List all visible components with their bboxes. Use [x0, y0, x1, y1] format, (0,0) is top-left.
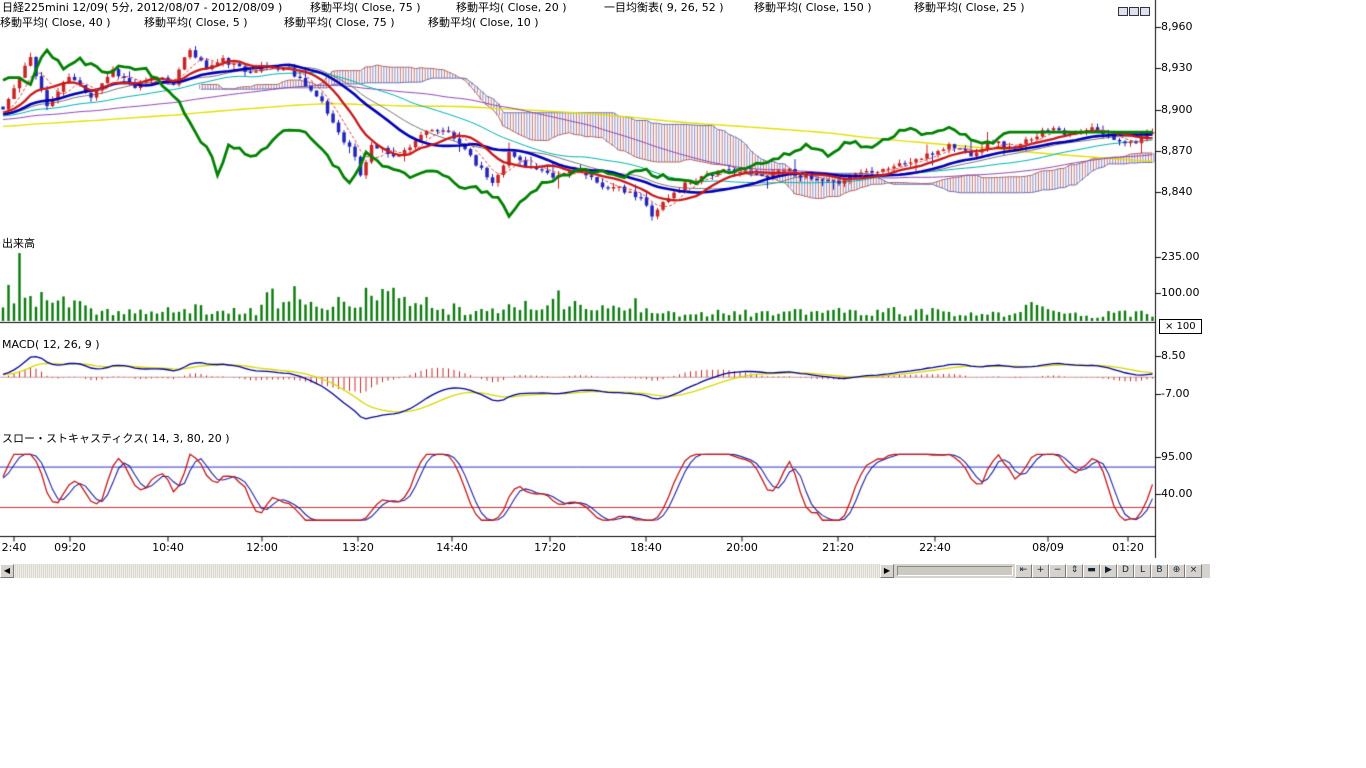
- indicator-label-ma40: 移動平均( Close, 40 ): [0, 16, 111, 29]
- time-label: 2:40: [2, 541, 27, 554]
- time-label: 21:20: [822, 541, 854, 554]
- time-label: 01:20: [1112, 541, 1144, 554]
- indicator-label-ma75: 移動平均( Close, 75 ): [310, 1, 421, 14]
- mini-window-icon[interactable]: [1129, 7, 1139, 16]
- indicator-label-ma20: 移動平均( Close, 20 ): [456, 1, 567, 14]
- stochastics-panel-label: スロー・ストキャスティクス( 14, 3, 80, 20 ): [2, 432, 230, 445]
- toolbar-crosshair-button[interactable]: ⊕: [1168, 564, 1185, 578]
- scroll-right-button[interactable]: ▶: [880, 564, 894, 578]
- scrollbar-spacer: [897, 566, 1013, 576]
- price-tick-label: 8,930: [1161, 61, 1193, 74]
- toolbar-close-button[interactable]: ×: [1185, 564, 1202, 578]
- indicator-label-ichimoku: 一目均衡表( 9, 26, 52 ): [604, 1, 724, 14]
- volume-panel-label: 出来高: [2, 237, 35, 250]
- time-label: 22:40: [919, 541, 951, 554]
- toolbar-data-window-button[interactable]: D: [1117, 564, 1134, 578]
- toolbar-line-mode-button[interactable]: L: [1134, 564, 1151, 578]
- toolbar-pan-left-button[interactable]: ⇤: [1015, 564, 1032, 578]
- chart-toolbar: ⇤+−⇕▬▶DLB⊕×: [1015, 564, 1210, 578]
- toolbar-bar-width-button[interactable]: ▬: [1083, 564, 1100, 578]
- stoch-tick-label: 40.00: [1161, 487, 1193, 500]
- time-label: 20:00: [726, 541, 758, 554]
- indicator-label-ma5: 移動平均( Close, 5 ): [144, 16, 248, 29]
- mini-window-icon[interactable]: [1140, 7, 1150, 16]
- chart-title: 日経225mini 12/09( 5分, 2012/08/07 - 2012/0…: [2, 1, 282, 14]
- time-label: 17:20: [534, 541, 566, 554]
- time-label: 12:00: [246, 541, 278, 554]
- time-label: 09:20: [54, 541, 86, 554]
- indicator-label-ma25: 移動平均( Close, 25 ): [914, 1, 1025, 14]
- price-tick-label: 8,960: [1161, 20, 1193, 33]
- scrollbar-track[interactable]: [14, 564, 880, 578]
- volume-tick-label: 235.00: [1161, 250, 1200, 263]
- mini-window-icon[interactable]: [1118, 7, 1128, 16]
- indicator-label-ma10: 移動平均( Close, 10 ): [428, 16, 539, 29]
- toolbar-bar-mode-button[interactable]: B: [1151, 564, 1168, 578]
- toolbar-fit-vertical-button[interactable]: ⇕: [1066, 564, 1083, 578]
- macd-tick-label: -7.00: [1161, 387, 1189, 400]
- indicator-label-ma150: 移動平均( Close, 150 ): [754, 1, 872, 14]
- horizontal-scrollbar: ◀ ▶ ⇤+−⇕▬▶DLB⊕×: [0, 564, 1210, 578]
- price-tick-label: 8,840: [1161, 185, 1193, 198]
- window-controls[interactable]: [1118, 1, 1151, 20]
- macd-panel-label: MACD( 12, 26, 9 ): [2, 338, 100, 351]
- volume-multiplier-badge: × 100: [1159, 319, 1202, 334]
- time-label: 13:20: [342, 541, 374, 554]
- time-label: 10:40: [152, 541, 184, 554]
- toolbar-play-button[interactable]: ▶: [1100, 564, 1117, 578]
- price-tick-label: 8,900: [1161, 103, 1193, 116]
- toolbar-zoom-out-button[interactable]: −: [1049, 564, 1066, 578]
- price-tick-label: 8,870: [1161, 144, 1193, 157]
- toolbar-zoom-in-button[interactable]: +: [1032, 564, 1049, 578]
- stoch-tick-label: 95.00: [1161, 450, 1193, 463]
- indicator-label-ma75b: 移動平均( Close, 75 ): [284, 16, 395, 29]
- time-label: 08/09: [1032, 541, 1064, 554]
- time-label: 18:40: [630, 541, 662, 554]
- time-label: 14:40: [436, 541, 468, 554]
- volume-tick-label: 100.00: [1161, 286, 1200, 299]
- scroll-left-button[interactable]: ◀: [0, 564, 14, 578]
- macd-tick-label: 8.50: [1161, 349, 1186, 362]
- chart-application-window: 日経225mini 12/09( 5分, 2012/08/07 - 2012/0…: [0, 0, 1366, 768]
